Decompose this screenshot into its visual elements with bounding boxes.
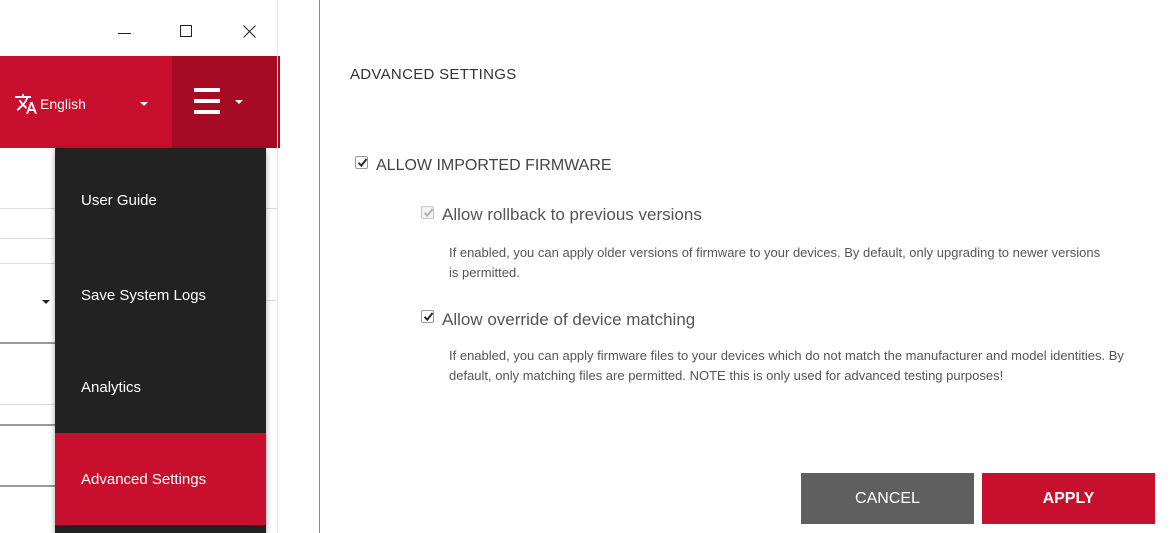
menu-item-analytics[interactable]: Analytics (55, 341, 266, 433)
allow-imported-firmware-label: ALLOW IMPORTED FIRMWARE (376, 157, 612, 174)
divider (0, 208, 55, 209)
language-selector[interactable]: English (14, 92, 148, 116)
allow-override-description: If enabled, you can apply firmware files… (449, 348, 1124, 383)
dialog-title: ADVANCED SETTINGS (350, 66, 517, 83)
cancel-button[interactable]: CANCEL (801, 473, 974, 524)
menu-item-label: User Guide (81, 191, 157, 209)
apply-button[interactable]: APPLY (982, 473, 1155, 524)
divider (0, 404, 55, 405)
allow-rollback-label: Allow rollback to previous versions (442, 205, 702, 224)
menu-item-label: Analytics (81, 378, 142, 396)
hamburger-icon (194, 88, 220, 114)
chevron-down-icon (140, 102, 148, 106)
language-label: English (40, 96, 86, 112)
title-bar (0, 0, 280, 56)
checkmark-icon (423, 312, 434, 322)
checkmark-icon (357, 158, 368, 168)
close-icon (243, 24, 257, 38)
maximize-button[interactable] (166, 16, 206, 46)
chevron-down-icon (235, 100, 243, 104)
allow-override-checkbox[interactable] (421, 310, 434, 323)
main-menu-dropdown: User Guide Save System Logs Analytics Ad… (55, 148, 266, 533)
divider (0, 263, 55, 264)
divider (0, 342, 55, 344)
window-border (277, 0, 278, 533)
app-window: English User Guide Save System Logs Anal… (0, 0, 280, 533)
menu-item-user-guide[interactable]: User Guide (55, 154, 266, 246)
minimize-button[interactable] (104, 16, 144, 46)
translate-icon (15, 94, 37, 114)
menu-item-label: Advanced Settings (81, 470, 207, 488)
allow-override-label: Allow override of device matching (442, 310, 696, 329)
menu-item-label: Save System Logs (81, 286, 207, 304)
maximize-icon (180, 25, 192, 37)
divider (0, 424, 55, 426)
checkmark-icon (423, 208, 434, 218)
menu-item-advanced-settings[interactable]: Advanced Settings (55, 433, 266, 525)
advanced-settings-dialog: ADVANCED SETTINGS ALLOW IMPORTED FIRMWAR… (319, 0, 1172, 533)
menu-item-save-system-logs[interactable]: Save System Logs (55, 249, 266, 341)
minimize-icon (117, 32, 131, 34)
divider (0, 238, 55, 239)
allow-rollback-checkbox[interactable] (421, 206, 434, 219)
main-menu-button[interactable] (172, 56, 280, 148)
chevron-down-icon (42, 300, 50, 304)
divider (0, 485, 55, 487)
allow-imported-firmware-checkbox[interactable] (355, 156, 368, 169)
close-button[interactable] (230, 16, 270, 46)
allow-rollback-description: If enabled, you can apply older versions… (449, 245, 1101, 280)
